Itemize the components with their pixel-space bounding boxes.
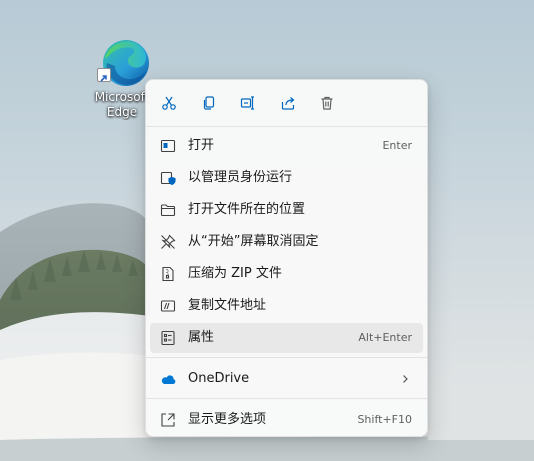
context-menu: 打开 Enter 以管理员身份运行 打开文件所在的位置 从“开始”屏幕取消固定 … [145, 79, 428, 437]
menu-item-shortcut: Alt+Enter [358, 331, 412, 344]
menu-item-label: 打开 [188, 138, 215, 153]
zip-icon [162, 266, 174, 282]
shortcut-arrow-icon [97, 68, 111, 82]
desktop-icon-label: Microsoft Edge [92, 90, 152, 120]
shield-icon [160, 171, 176, 186]
copy-path-icon [160, 300, 176, 312]
more-options-icon [161, 413, 175, 427]
copy-icon [203, 96, 215, 110]
menu-item-shortcut: Shift+F10 [357, 413, 412, 426]
menu-item-open-file-location[interactable]: 打开文件所在的位置 [150, 195, 423, 225]
rename-icon [240, 96, 254, 110]
properties-icon [161, 330, 175, 346]
cut-button[interactable] [156, 91, 182, 115]
menu-item-properties[interactable]: 属性 Alt+Enter [150, 323, 423, 353]
menu-item-label: 显示更多选项 [188, 412, 267, 427]
menu-separator [146, 357, 427, 358]
menu-item-show-more-options[interactable]: 显示更多选项 Shift+F10 [150, 405, 423, 435]
menu-separator [146, 398, 427, 399]
folder-icon [160, 204, 176, 217]
menu-item-unpin-from-start[interactable]: 从“开始”屏幕取消固定 [150, 227, 423, 257]
share-button[interactable] [275, 91, 301, 115]
menu-item-label: 从“开始”屏幕取消固定 [188, 234, 319, 249]
menu-item-copy-path[interactable]: 复制文件地址 [150, 291, 423, 321]
delete-button[interactable] [314, 91, 340, 115]
menu-item-label: 以管理员身份运行 [188, 170, 293, 185]
menu-item-shortcut: Enter [382, 139, 412, 152]
menu-item-label: 复制文件地址 [188, 298, 267, 313]
desktop-icon-label-line1: Microsoft [94, 90, 150, 104]
menu-item-label: 属性 [188, 330, 215, 345]
cloud-icon [161, 375, 176, 384]
scissors-icon [162, 96, 176, 110]
menu-item-onedrive[interactable]: OneDrive [150, 364, 423, 394]
chevron-right-icon [403, 375, 408, 383]
menu-item-compress-zip[interactable]: 压缩为 ZIP 文件 [150, 259, 423, 289]
unpin-icon [161, 234, 176, 249]
menu-item-label: 压缩为 ZIP 文件 [188, 266, 282, 281]
menu-item-label: 打开文件所在的位置 [188, 202, 306, 217]
context-menu-toolbar [146, 80, 427, 126]
trash-icon [321, 96, 333, 110]
open-icon [160, 139, 176, 153]
desktop-icon-label-line2: Edge [106, 105, 138, 119]
menu-item-open[interactable]: 打开 Enter [150, 131, 423, 161]
menu-separator [146, 126, 427, 127]
rename-button[interactable] [235, 91, 261, 115]
desktop-icon-edge[interactable]: Microsoft Edge [92, 36, 152, 126]
copy-button[interactable] [196, 91, 222, 115]
share-icon [281, 97, 295, 110]
menu-item-label: OneDrive [188, 371, 250, 386]
menu-item-run-as-admin[interactable]: 以管理员身份运行 [150, 163, 423, 193]
